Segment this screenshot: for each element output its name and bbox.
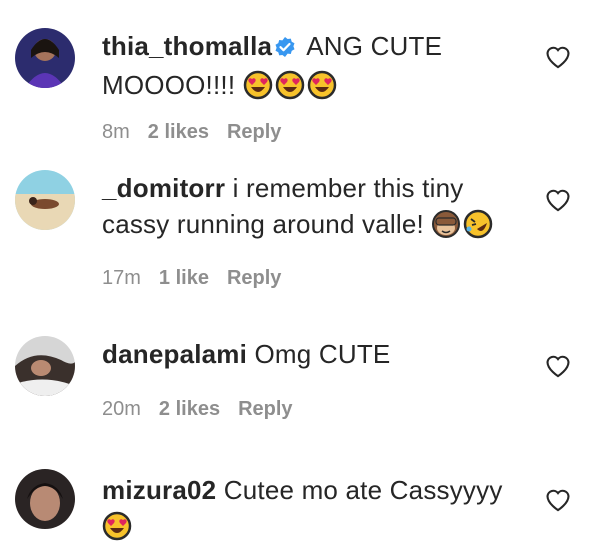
timestamp: 17m xyxy=(102,267,141,289)
reply-button[interactable]: Reply xyxy=(238,398,292,420)
rolling-laughing-emoji-icon xyxy=(463,209,493,248)
comment-text: thia_thomalla ANG CUTE MOOOO!!!! xyxy=(102,28,522,109)
avatar[interactable] xyxy=(15,469,75,529)
likes-count[interactable]: 1 like xyxy=(159,267,209,289)
comment-text: mizura02 Cutee mo ate Cassyyyy xyxy=(102,472,522,550)
comment-body: Omg CUTE xyxy=(254,339,391,369)
see-no-evil-monkey-emoji-icon xyxy=(431,209,461,248)
comment-body: Cutee mo ate Cassyyyy xyxy=(223,475,503,505)
username[interactable]: danepalami xyxy=(102,339,247,369)
heart-eyes-emoji-icon xyxy=(102,511,132,550)
heart-eyes-emoji-icon xyxy=(275,70,305,109)
heart-eyes-emoji-icon xyxy=(243,70,273,109)
reply-button[interactable]: Reply xyxy=(227,121,281,143)
like-heart-icon[interactable] xyxy=(544,352,572,378)
likes-count[interactable]: 2 likes xyxy=(148,121,209,143)
timestamp: 20m xyxy=(102,398,141,420)
username[interactable]: thia_thomalla xyxy=(102,31,272,61)
reply-button[interactable]: Reply xyxy=(227,267,281,289)
comment-meta: 8m 2 likes Reply xyxy=(102,121,299,144)
avatar[interactable] xyxy=(15,170,75,230)
likes-count[interactable]: 2 likes xyxy=(159,398,220,420)
like-heart-icon[interactable] xyxy=(544,186,572,212)
comment-text: danepalami Omg CUTE xyxy=(102,336,522,372)
timestamp: 8m xyxy=(102,121,130,143)
username[interactable]: _domitorr xyxy=(102,173,225,203)
like-heart-icon[interactable] xyxy=(544,43,572,69)
comment-meta: 17m 1 like Reply xyxy=(102,267,299,290)
avatar[interactable] xyxy=(15,28,75,88)
verified-badge-icon xyxy=(274,31,296,67)
heart-eyes-emoji-icon xyxy=(307,70,337,109)
comment-meta: 20m 2 likes Reply xyxy=(102,398,311,421)
like-heart-icon[interactable] xyxy=(544,486,572,512)
comment-text: _domitorr i remember this tiny cassy run… xyxy=(102,170,522,248)
username[interactable]: mizura02 xyxy=(102,475,216,505)
avatar[interactable] xyxy=(15,336,75,396)
